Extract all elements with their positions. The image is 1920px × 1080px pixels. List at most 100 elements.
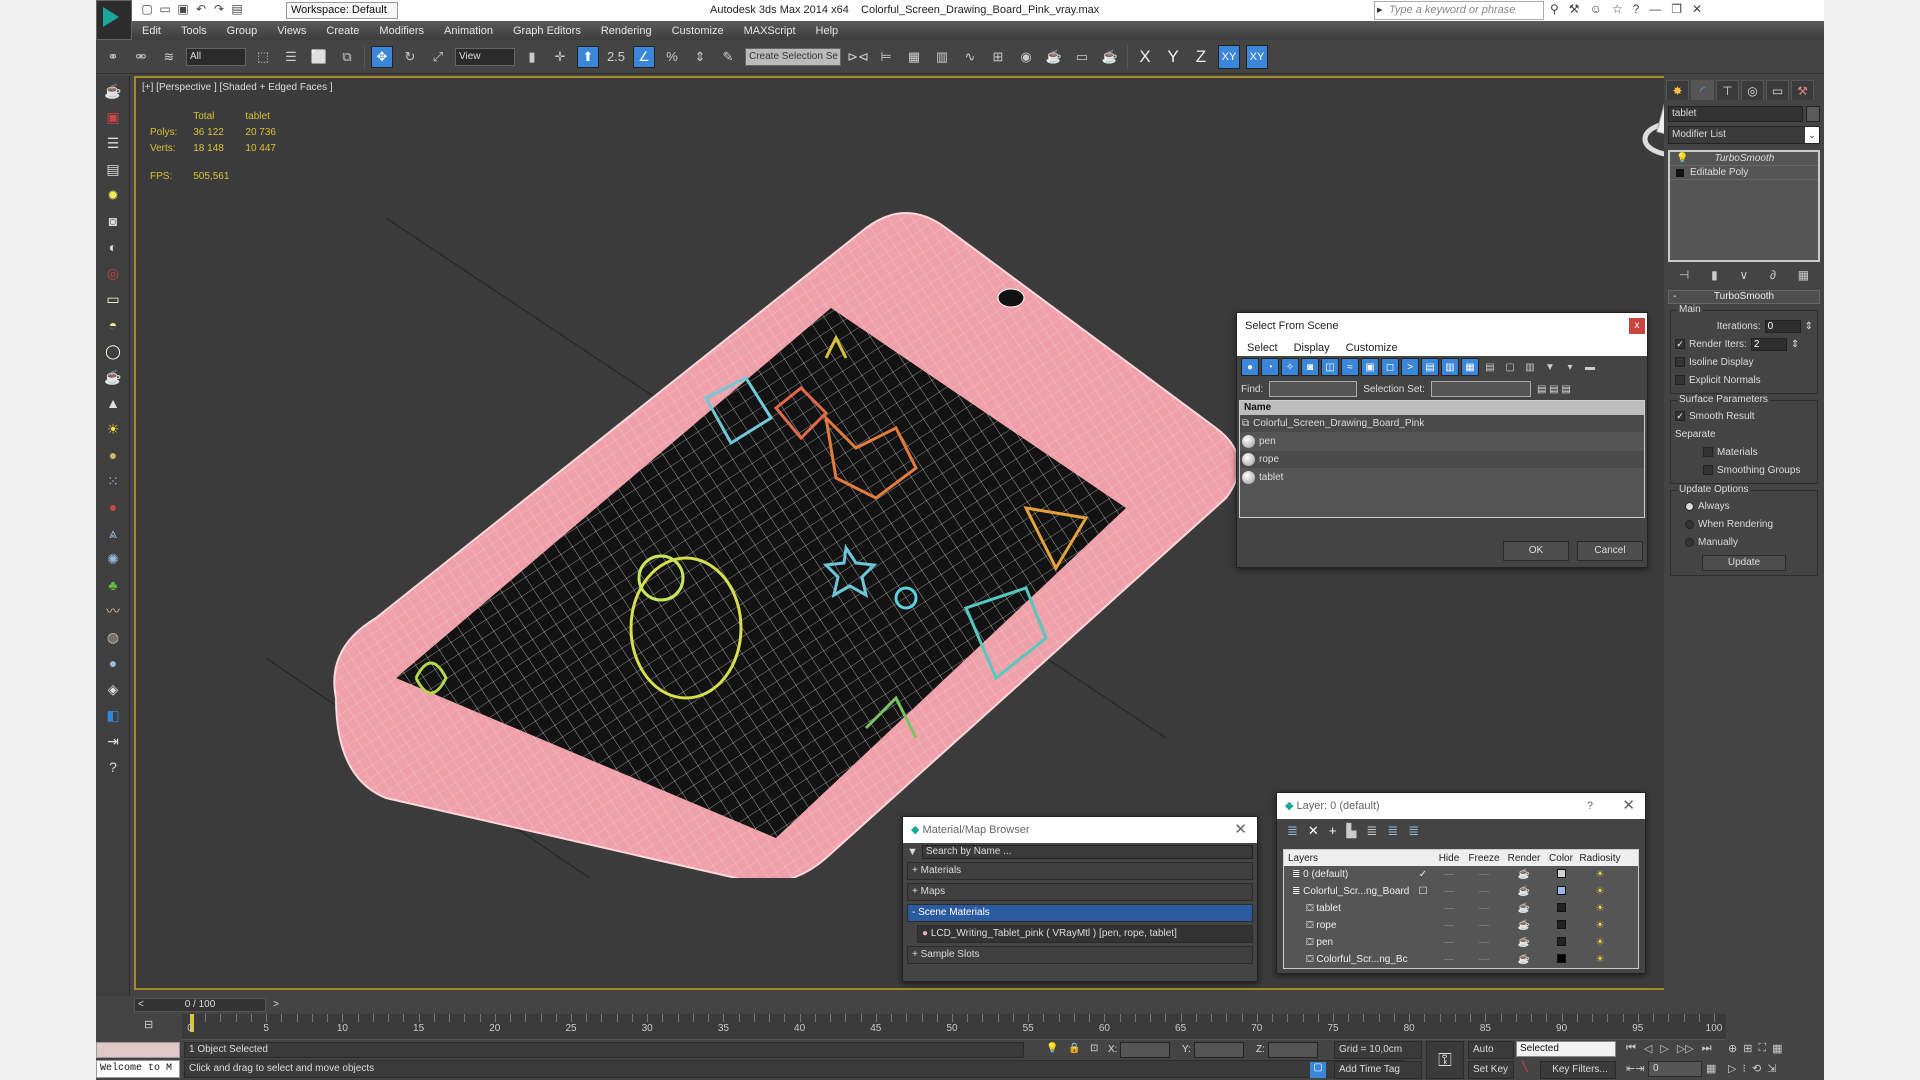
named-selection-sets-input[interactable]: Create Selection Se [745, 47, 841, 66]
zoom-extents-icon[interactable]: ⛶ [1758, 1042, 1766, 1055]
shapes-filter-icon[interactable]: ◔ [1261, 358, 1279, 376]
selection-set-dropdown[interactable] [1430, 381, 1531, 397]
sample-slots-section[interactable]: + Sample Slots [907, 946, 1253, 964]
sun-icon[interactable]: ☀ [101, 418, 125, 440]
modifier-list-dropdown[interactable]: Modifier List ⌄ [1668, 126, 1820, 144]
layer-manager-icon[interactable]: ▦ [903, 46, 925, 68]
graphite-ribbon-icon[interactable]: ▥ [931, 46, 953, 68]
maxscript-listener-mini[interactable] [96, 1042, 180, 1058]
select-objects-icon[interactable]: ▙ [1346, 823, 1356, 839]
layer-color-swatch[interactable] [1544, 936, 1578, 949]
smooth-result-checkbox[interactable]: ✓ [1675, 411, 1685, 421]
find-input[interactable] [1269, 381, 1358, 397]
ies-light-icon[interactable]: ▲ [101, 392, 125, 414]
prev-frame-button[interactable]: < [138, 999, 144, 1011]
pin-stack-icon[interactable]: ⊣ [1679, 268, 1689, 282]
select-and-rotate-icon[interactable]: ↻ [399, 46, 421, 68]
help-button[interactable]: ? [1587, 793, 1593, 819]
motion-tab-icon[interactable]: ◎ [1741, 80, 1764, 100]
orbit-icon[interactable]: ⟲ [1752, 1062, 1761, 1075]
layer-row[interactable]: ⛋ rope — — ☕ ☀ [1284, 917, 1638, 934]
column-freeze[interactable]: Freeze [1464, 853, 1504, 864]
bones-filter-icon[interactable]: > [1401, 358, 1419, 376]
layer-color-swatch[interactable] [1544, 868, 1578, 881]
minimize-button[interactable]: — [1649, 2, 1661, 16]
render-setup-icon[interactable]: ☕ [1043, 46, 1065, 68]
layer-row[interactable]: ⛋ tablet — — ☕ ☀ [1284, 900, 1638, 917]
freeze-toggle[interactable]: — [1464, 954, 1504, 965]
menu-customize[interactable]: Customize [1346, 342, 1398, 354]
render-teapot-icon[interactable]: ☕ [1504, 954, 1544, 965]
menu-maxscript[interactable]: MAXScript [744, 25, 796, 37]
close-icon[interactable]: ✕ [1622, 793, 1635, 819]
set-key-button[interactable]: Set Key [1468, 1061, 1514, 1079]
previous-frame-icon[interactable]: ◁ [1644, 1042, 1652, 1055]
keyboard-shortcut-override-icon[interactable]: ⬆ [577, 45, 599, 68]
select-manipulate-icon[interactable]: ✛ [549, 46, 571, 68]
selection-lock-icon[interactable]: 🔒 [1068, 1043, 1080, 1054]
radiosity-icon[interactable]: ☀ [1578, 920, 1622, 931]
select-none-icon[interactable]: ▢ [1501, 358, 1519, 376]
dialog-title-bar[interactable]: ◆ Material/Map Browser ✕ [903, 817, 1257, 843]
auto-key-button[interactable]: Auto Key [1468, 1041, 1514, 1071]
workspace-dropdown[interactable]: Workspace: Default [286, 2, 398, 19]
helpers-filter-icon[interactable]: ◫ [1321, 358, 1339, 376]
select-all-icon[interactable]: ▤ [1481, 358, 1499, 376]
freeze-toggle[interactable]: — [1464, 920, 1504, 931]
unlink-icon[interactable]: ⚮ [130, 46, 152, 68]
hide-toggle[interactable]: — [1434, 954, 1464, 965]
maximize-button[interactable]: ❐ [1671, 2, 1682, 16]
mini-curve-editor-icon[interactable]: ⊟ [144, 1018, 153, 1031]
chevron-down-icon[interactable]: ⌄ [1805, 127, 1819, 143]
utilities-tab-icon[interactable]: ⚒ [1791, 80, 1814, 100]
render-teapot-icon[interactable]: ☕ [1504, 869, 1544, 880]
columns-icon[interactable]: ▬ [1581, 358, 1599, 376]
filter-options-icon[interactable]: ▾ [1561, 358, 1579, 376]
dialog-title-bar[interactable]: Select From Scene x [1237, 313, 1647, 339]
cameras-filter-icon[interactable]: ◙ [1301, 358, 1319, 376]
tools-icon[interactable]: ⚒ [1569, 2, 1580, 16]
create-tab-icon[interactable]: ✸ [1666, 80, 1689, 100]
create-layer-icon[interactable]: ≣ [1287, 823, 1298, 839]
column-render[interactable]: Render [1504, 853, 1544, 864]
export-icon[interactable]: ⇥ [101, 730, 125, 752]
axis-z-button[interactable]: Z [1190, 47, 1212, 67]
displacement-icon[interactable]: ✺ [101, 548, 125, 570]
window-crossing-icon[interactable]: ⧉ [336, 46, 358, 68]
material-sphere-icon[interactable]: ● [101, 652, 125, 674]
mesh-light-icon[interactable]: ☕ [101, 366, 125, 388]
zoom-icon[interactable]: ⊕ [1728, 1042, 1737, 1055]
menu-edit[interactable]: Edit [142, 25, 161, 37]
binoculars-icon[interactable]: ⚲ [1550, 2, 1559, 16]
filter-icon[interactable]: ▼ [1541, 358, 1559, 376]
menu-modifiers[interactable]: Modifiers [379, 25, 424, 37]
camera-icon[interactable]: ◙ [101, 210, 125, 232]
help-search-input[interactable]: Type a keyword or phrase [1374, 1, 1544, 20]
hide-toggle[interactable]: — [1434, 903, 1464, 914]
isoline-display-checkbox[interactable] [1675, 357, 1685, 367]
teapot-icon[interactable]: ☕ [101, 80, 125, 102]
select-and-scale-icon[interactable]: ⤢ [427, 46, 449, 68]
freeze-toggle[interactable]: — [1464, 886, 1504, 897]
expand-icon[interactable] [1676, 168, 1684, 177]
add-to-layer-icon[interactable]: + [1329, 823, 1337, 839]
render-production-icon[interactable]: ☕ [1099, 46, 1121, 68]
maxscript-output[interactable]: Welcome to M [96, 1060, 180, 1078]
hide-toggle[interactable]: — [1434, 869, 1464, 880]
rectangular-selection-icon[interactable]: ⬜ [308, 46, 330, 68]
time-tag-icon[interactable]: ▢ [1310, 1062, 1326, 1078]
reference-coord-dropdown[interactable]: View [455, 47, 515, 66]
radiosity-icon[interactable]: ☀ [1578, 903, 1622, 914]
mirror-icon[interactable]: ⊳⊲ [847, 46, 869, 68]
key-filters-button[interactable]: Key Filters... [1540, 1061, 1616, 1079]
render-teapot-icon[interactable]: ☕ [1504, 937, 1544, 948]
menu-customize[interactable]: Customize [672, 25, 724, 37]
sphere-light-icon[interactable]: ◯ [101, 340, 125, 362]
spinner-arrows-icon[interactable]: ⇕ [1805, 321, 1813, 332]
lights-filter-icon[interactable]: ✧ [1281, 358, 1299, 376]
column-color[interactable]: Color [1544, 853, 1578, 864]
curve-editor-icon[interactable]: ∿ [959, 46, 981, 68]
groups-filter-icon[interactable]: ▣ [1361, 358, 1379, 376]
target-camera-icon[interactable]: ◎ [101, 262, 125, 284]
column-radiosity[interactable]: Radiosity [1578, 853, 1622, 864]
